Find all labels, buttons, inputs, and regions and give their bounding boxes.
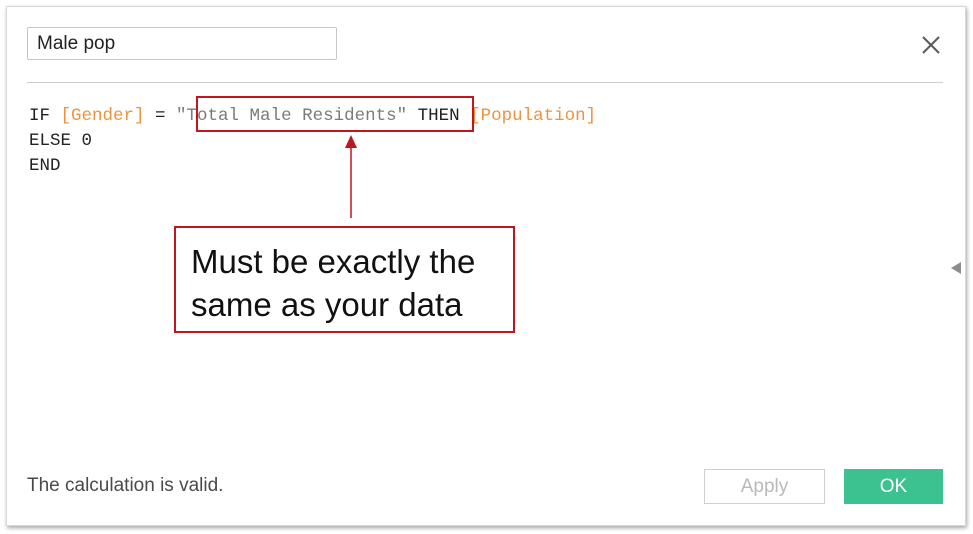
apply-button[interactable]: Apply: [704, 469, 825, 504]
annotation-callout: Must be exactly the same as your data: [174, 226, 515, 333]
validation-status: The calculation is valid.: [27, 475, 224, 496]
callout-line-1: Must be exactly the: [191, 243, 476, 280]
ok-button[interactable]: OK: [844, 469, 943, 504]
collapse-panel-icon[interactable]: [947, 259, 965, 277]
calculation-dialog: IF [Gender] = "Total Male Residents" THE…: [6, 6, 966, 526]
callout-line-2: same as your data: [191, 286, 463, 323]
